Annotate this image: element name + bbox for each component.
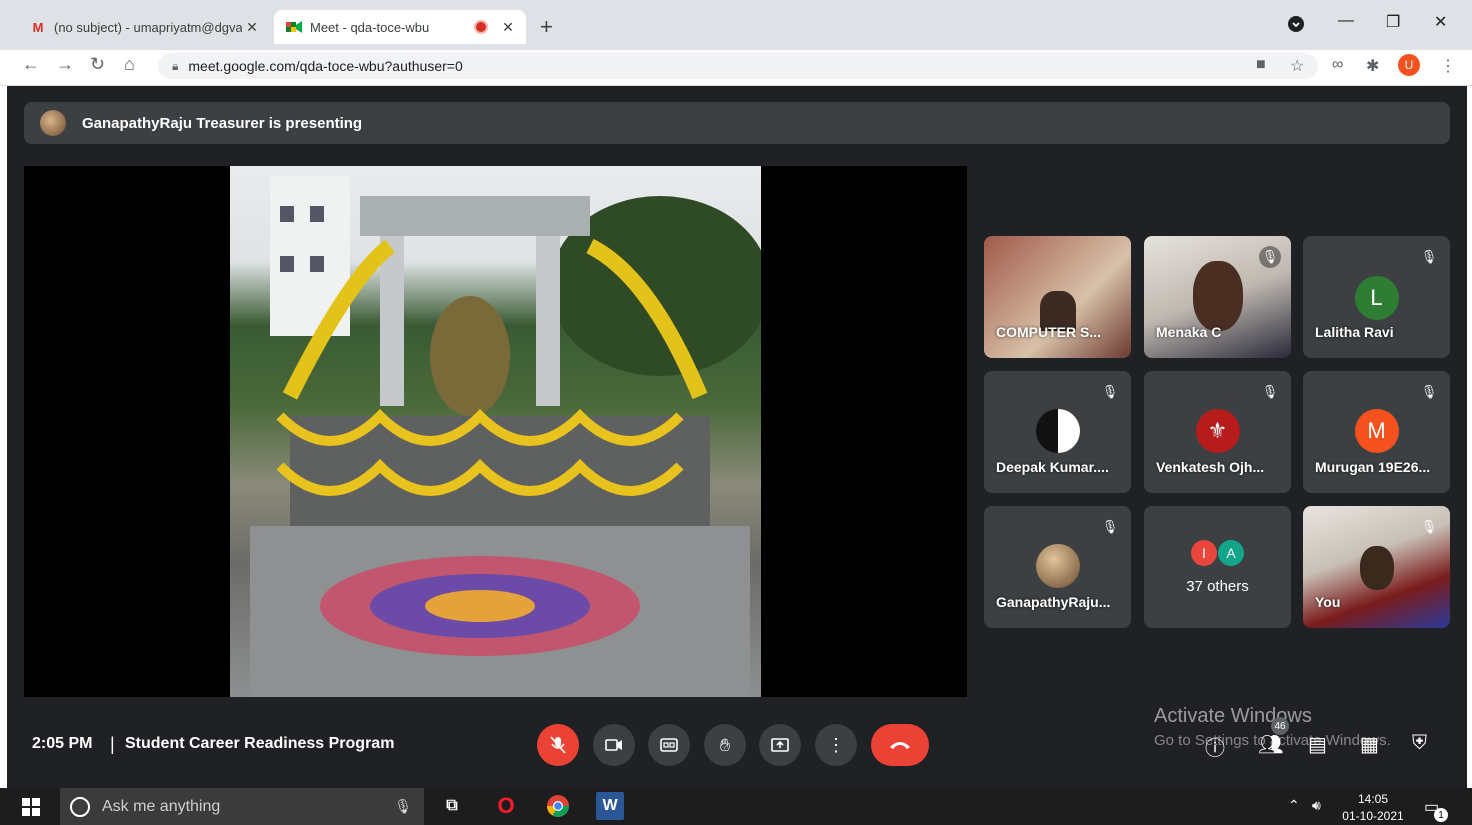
home-icon[interactable]: ⌂	[124, 54, 135, 75]
participant-avatar: ⚜	[1195, 409, 1240, 453]
minimize-icon[interactable]: —	[1338, 12, 1354, 30]
tab-search-icon[interactable]	[1288, 16, 1304, 37]
meet-icon	[286, 19, 302, 35]
participant-name: Deepak Kumar....	[996, 459, 1109, 475]
url-text: meet.google.com/qda-toce-wbu?authuser=0	[188, 58, 463, 74]
camera-in-use-icon[interactable]: ■	[1256, 56, 1266, 74]
self-name: You	[1315, 594, 1341, 610]
participant-name: Murugan 19E26...	[1315, 459, 1431, 475]
chat-icon[interactable]: ▤	[1308, 732, 1327, 757]
new-tab-button[interactable]: +	[540, 14, 553, 40]
close-tab-icon[interactable]: ✕	[242, 19, 262, 36]
camera-toggle-button[interactable]	[593, 724, 635, 766]
word-icon[interactable]: W	[596, 792, 624, 820]
profile-avatar[interactable]: U	[1398, 54, 1420, 76]
tab-title: (no subject) - umapriyatm@dgva	[54, 19, 242, 35]
volume-icon[interactable]: 🔊︎	[1312, 797, 1321, 814]
participant-name: COMPUTER S...	[996, 324, 1102, 340]
participant-tile[interactable]: 🎙︎ Deepak Kumar....	[984, 371, 1131, 493]
participant-count-badge: 46	[1271, 717, 1289, 735]
task-view-icon[interactable]: ⧉	[438, 792, 466, 820]
mic-off-icon: 🎙︎	[1259, 246, 1281, 268]
host-controls-icon[interactable]: ⛨	[1412, 732, 1427, 755]
bookmark-star-icon[interactable]: ☆	[1290, 56, 1304, 76]
notification-count-badge: 1	[1434, 808, 1448, 822]
participant-tile[interactable]: L 🎙︎ Lalitha Ravi	[1303, 236, 1450, 358]
mic-off-icon: 🎙︎	[1101, 384, 1119, 399]
recording-indicator-icon	[474, 20, 488, 34]
mic-off-icon: 🎙︎	[1420, 519, 1438, 534]
tab-gmail[interactable]: M (no subject) - umapriyatm@dgva ✕	[18, 10, 270, 44]
others-tile[interactable]: I A 37 others	[1144, 506, 1291, 628]
meeting-time: 2:05 PM	[32, 735, 93, 752]
back-icon[interactable]: ←	[22, 54, 40, 75]
clock-time: 14:05	[1357, 792, 1389, 806]
end-call-button[interactable]	[871, 724, 929, 766]
extensions-puzzle-icon[interactable]: ✱	[1366, 56, 1379, 76]
participant-name: GanapathyRaju...	[996, 594, 1111, 610]
participant-avatar: I	[1191, 540, 1217, 566]
mic-off-icon: 🎙︎	[1261, 384, 1279, 399]
participant-tile[interactable]: COMPUTER S...	[984, 236, 1131, 358]
participant-name: Menaka C	[1156, 324, 1222, 340]
participant-tile[interactable]: ⚜ 🎙︎ Venkatesh Ojh...	[1144, 371, 1291, 493]
people-icon[interactable]: 👥︎	[1258, 732, 1283, 757]
participant-video	[1192, 261, 1243, 331]
cortana-icon	[70, 796, 90, 817]
show-hidden-icons-icon[interactable]: ⌃	[1288, 797, 1300, 814]
participant-tile[interactable]: 🎙︎ Menaka C	[1144, 236, 1291, 358]
participant-name: Lalitha Ravi	[1315, 324, 1394, 340]
tab-meet[interactable]: Meet - qda-toce-wbu ✕	[274, 10, 526, 44]
mic-off-icon: 🎙︎	[1420, 249, 1438, 264]
system-clock[interactable]: 14:05 01-10-2021	[1340, 791, 1406, 825]
presented-content-image	[230, 166, 761, 697]
participant-avatar	[1035, 409, 1080, 453]
menu-kebab-icon[interactable]: ⋮	[1440, 56, 1456, 76]
participant-avatar: A	[1218, 540, 1244, 566]
windows-start-icon[interactable]	[22, 798, 40, 821]
present-screen-button[interactable]	[759, 724, 801, 766]
participant-tile[interactable]: 🎙︎ GanapathyRaju...	[984, 506, 1131, 628]
presenter-avatar	[40, 110, 66, 136]
restore-icon[interactable]: ❐	[1386, 12, 1400, 32]
participant-avatar: L	[1354, 276, 1399, 320]
gmail-icon: M	[32, 19, 44, 35]
participant-avatar: M	[1354, 409, 1399, 453]
close-window-icon[interactable]: ✕	[1434, 12, 1447, 32]
reload-icon[interactable]: ↻	[90, 54, 105, 75]
self-tile[interactable]: 🎙︎ You	[1303, 506, 1450, 628]
search-placeholder: Ask me anything	[102, 797, 221, 815]
more-options-button[interactable]: ⋮	[815, 724, 857, 766]
clock-date: 01-10-2021	[1342, 809, 1404, 823]
raise-hand-button[interactable]: ✋︎	[704, 724, 746, 766]
tab-title: Meet - qda-toce-wbu	[310, 19, 430, 35]
presenting-banner: GanapathyRaju Treasurer is presenting	[24, 102, 1450, 144]
activities-icon[interactable]: ▦	[1360, 732, 1379, 757]
others-count-label: 37 others	[1186, 578, 1249, 595]
mic-toggle-button[interactable]	[537, 724, 579, 766]
participant-tile[interactable]: M 🎙︎ Murugan 19E26...	[1303, 371, 1450, 493]
chrome-icon[interactable]	[544, 792, 572, 820]
captions-button[interactable]	[648, 724, 690, 766]
microphone-icon[interactable]: 🎙︎	[394, 798, 412, 815]
self-video	[1359, 546, 1394, 590]
participant-avatar	[1035, 544, 1080, 588]
lock-icon: 🔒︎	[172, 58, 179, 73]
opera-icon[interactable]: O	[492, 792, 520, 820]
forward-icon[interactable]: →	[56, 54, 74, 75]
extension-icon[interactable]: ∞	[1332, 56, 1343, 74]
meeting-details-icon[interactable]: ⓘ	[1205, 732, 1225, 761]
presenting-text: GanapathyRaju Treasurer is presenting	[82, 114, 363, 132]
mic-off-icon: 🎙︎	[1101, 519, 1119, 534]
meeting-title: Student Career Readiness Program	[125, 735, 395, 752]
separator: |	[110, 734, 115, 754]
mic-off-icon: 🎙︎	[1420, 384, 1438, 399]
participant-name: Venkatesh Ojh...	[1156, 459, 1265, 475]
taskbar-search[interactable]: Ask me anything 🎙︎	[60, 788, 424, 825]
address-bar[interactable]: 🔒︎ meet.google.com/qda-toce-wbu?authuser…	[158, 53, 1318, 79]
close-tab-icon[interactable]: ✕	[498, 19, 518, 36]
